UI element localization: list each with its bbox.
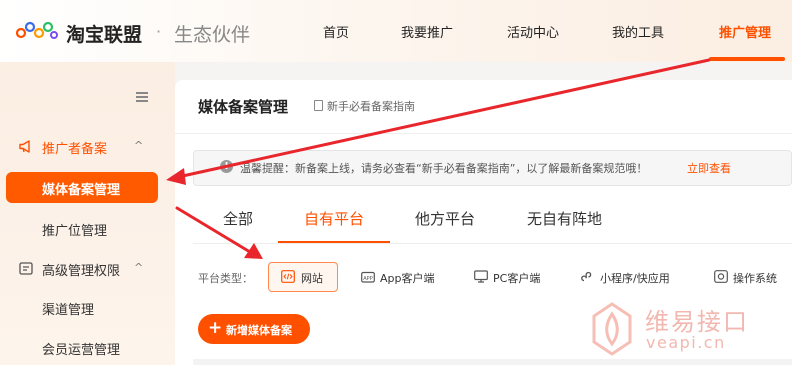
platform-option-website[interactable]: 网站 <box>268 262 338 292</box>
sidebar-group-label: 高级管理权限 <box>42 264 121 279</box>
nav-promotion-management[interactable]: 推广管理 <box>719 22 771 41</box>
menu-collapse-icon[interactable] <box>136 92 148 102</box>
guide-link-label: 新手必看备案指南 <box>327 100 415 113</box>
watermark-text: 维易接口 <box>645 308 749 336</box>
chevron-up-icon: ^ <box>134 139 144 152</box>
tab-bar-divider <box>193 243 792 244</box>
brand-separator: · <box>156 22 162 41</box>
app-icon: APP <box>361 271 375 283</box>
add-media-registration-button[interactable]: + 新增媒体备案 <box>198 314 310 344</box>
taobao-alliance-logo <box>16 21 58 39</box>
pc-client-icon <box>474 270 488 283</box>
registration-guide-link[interactable]: 新手必看备案指南 <box>314 98 415 114</box>
megaphone-icon <box>19 140 30 153</box>
mini-program-icon <box>581 271 592 282</box>
veapi-watermark-logo <box>592 302 632 356</box>
operating-system-icon <box>714 270 728 283</box>
nav-my-tools[interactable]: 我的工具 <box>612 22 664 41</box>
sidebar <box>0 62 175 365</box>
title-divider <box>175 133 792 134</box>
sidebar-item-channel-management[interactable]: 渠道管理 <box>42 299 94 318</box>
notice-text: 温馨提醒：新备案上线，请务必查看“新手必看备案指南”，以了解最新备案规范哦！ <box>240 162 648 175</box>
plus-icon: + <box>208 318 223 338</box>
sidebar-item-member-operations[interactable]: 会员运营管理 <box>42 339 120 358</box>
add-button-label: 新增媒体备案 <box>226 324 292 337</box>
tab-third-party-platform[interactable]: 他方平台 <box>415 208 475 229</box>
document-icon <box>314 100 323 111</box>
notice-view-now-link[interactable]: 立即查看 <box>687 160 731 176</box>
brand-subtitle: 生态伙伴 <box>174 24 251 46</box>
nav-promote[interactable]: 我要推广 <box>401 22 453 41</box>
table-header-strip <box>193 359 792 365</box>
permissions-icon <box>19 262 33 275</box>
info-icon: ! <box>220 160 233 173</box>
sidebar-item-promotion-slots[interactable]: 推广位管理 <box>42 220 107 239</box>
tab-no-own-channel[interactable]: 无自有阵地 <box>527 208 602 229</box>
platform-option-label: PC客户端 <box>493 272 541 285</box>
platform-option-label: 操作系统 <box>733 272 777 285</box>
platform-option-label: 网站 <box>301 272 323 285</box>
website-code-icon <box>281 270 295 283</box>
sidebar-group-label: 推广者备案 <box>42 142 108 157</box>
sidebar-group-advanced-permissions[interactable]: 高级管理权限 ^ <box>0 256 175 280</box>
brand-name: 淘宝联盟 <box>66 24 143 46</box>
tab-own-platform[interactable]: 自有平台 <box>304 208 364 229</box>
nav-active-indicator <box>709 57 785 61</box>
sidebar-group-promoter-registration[interactable]: 推广者备案 ^ <box>0 134 175 158</box>
watermark-url: veapi.cn <box>646 333 726 352</box>
chevron-up-icon: ^ <box>134 261 144 274</box>
sidebar-item-media-registration[interactable]: 媒体备案管理 <box>6 172 158 203</box>
tab-active-indicator <box>278 241 390 243</box>
platform-option-label: 小程序/快应用 <box>600 272 670 285</box>
platform-type-label: 平台类型： <box>198 272 253 285</box>
svg-text:APP: APP <box>363 276 372 282</box>
nav-home[interactable]: 首页 <box>323 22 349 41</box>
platform-option-label: App客户端 <box>380 272 435 285</box>
nav-activity-center[interactable]: 活动中心 <box>507 22 559 41</box>
tab-all[interactable]: 全部 <box>223 208 253 229</box>
page-title: 媒体备案管理 <box>198 98 289 116</box>
